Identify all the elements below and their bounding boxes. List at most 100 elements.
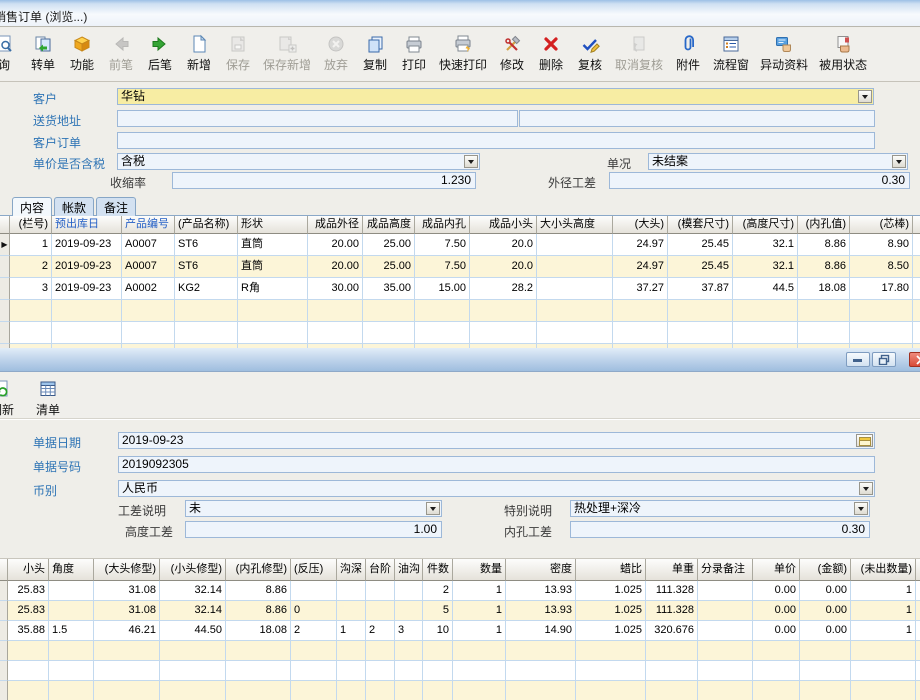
cell: [470, 300, 537, 322]
toolbar-button-list[interactable]: 清单: [33, 376, 63, 419]
toolbar-button-copy[interactable]: 复制: [358, 31, 392, 74]
row-selector: [0, 621, 8, 641]
column-header: (高度尺寸): [733, 216, 798, 234]
customer-combo[interactable]: 华钻: [117, 88, 874, 105]
cell: 2: [423, 581, 453, 601]
doc-date-field[interactable]: 2019-09-23: [118, 432, 875, 449]
row-selector: [0, 661, 8, 681]
toolbar-button-function[interactable]: 功能: [65, 31, 99, 74]
close-button[interactable]: [909, 352, 920, 367]
dropdown-arrow-icon[interactable]: [858, 90, 872, 103]
tolerance-desc-combo[interactable]: 未: [185, 500, 442, 517]
dropdown-arrow-icon[interactable]: [464, 155, 478, 168]
shrink-rate-field[interactable]: 1.230: [172, 172, 476, 189]
cell: [506, 661, 576, 681]
toolbar-button-next-record[interactable]: 后笔: [143, 31, 177, 74]
table-row[interactable]: 25.8331.0832.148.862113.931.025111.3280.…: [0, 581, 920, 601]
cell: [395, 641, 423, 661]
minimize-button[interactable]: [846, 352, 870, 367]
toolbar-button-quick-print[interactable]: 快速打印: [436, 31, 490, 74]
doc-date-value: 2019-09-23: [122, 433, 183, 447]
table-row-empty[interactable]: [0, 681, 920, 700]
table-row-empty[interactable]: [0, 300, 920, 322]
tax-included-combo[interactable]: 含税: [117, 153, 480, 170]
bore-tolerance-field[interactable]: 0.30: [570, 521, 870, 538]
table-row[interactable]: 35.881.546.2144.5018.08212310114.901.025…: [0, 621, 920, 641]
tab-content[interactable]: 内容: [12, 197, 52, 216]
table-row-empty[interactable]: [0, 322, 920, 344]
restore-button[interactable]: [872, 352, 896, 367]
table-row-empty[interactable]: [0, 641, 920, 661]
special-desc-combo[interactable]: 热处理+深冷: [570, 500, 870, 517]
column-header: (模套尺寸): [668, 216, 733, 234]
toolbar-button-label: 复核: [578, 56, 602, 73]
cell: 1.025: [576, 621, 646, 641]
cell: [613, 322, 668, 344]
cell: 10: [423, 621, 453, 641]
height-tolerance-field[interactable]: 1.00: [185, 521, 442, 538]
cell: [52, 300, 122, 322]
cell: [453, 681, 506, 700]
cell: [576, 681, 646, 700]
tab-notes[interactable]: 备注: [96, 197, 136, 216]
toolbar-button-transfer[interactable]: 转单: [26, 31, 60, 74]
date-picker-button[interactable]: [856, 434, 873, 447]
customer-order-field[interactable]: [117, 132, 875, 149]
toolbar-button-flow-window[interactable]: 流程窗: [710, 31, 752, 74]
order-status-combo[interactable]: 未结案: [648, 153, 908, 170]
dropdown-arrow-icon[interactable]: [426, 502, 440, 515]
od-tolerance-field[interactable]: 0.30: [609, 172, 910, 189]
toolbar-button-label: 快速打印: [439, 56, 487, 73]
flow-list-icon: [719, 32, 743, 55]
toolbar-button-attachment[interactable]: 附件: [671, 31, 705, 74]
table-row-empty[interactable]: [0, 661, 920, 681]
dropdown-arrow-icon[interactable]: [892, 155, 906, 168]
cell: [363, 322, 415, 344]
cell: [366, 641, 395, 661]
table-row[interactable]: 32019-09-23A0002KG2R角30.0035.0015.0028.2…: [0, 278, 920, 300]
table-row[interactable]: 22019-09-23A0007ST6直筒20.0025.007.5020.02…: [0, 256, 920, 278]
column-header: 产品编号: [122, 216, 175, 234]
toolbar-button-refresh[interactable]: 刷新: [0, 376, 17, 419]
cell: [291, 681, 337, 700]
column-header: 蜡比: [576, 559, 646, 581]
cell: [308, 300, 363, 322]
cell: [851, 661, 916, 681]
cell: [576, 641, 646, 661]
toolbar-button-new[interactable]: 新增: [182, 31, 216, 74]
toolbar-button-review[interactable]: 复核: [573, 31, 607, 74]
cell: 24.97: [613, 256, 668, 278]
toolbar-button-delete[interactable]: 删除: [534, 31, 568, 74]
dropdown-arrow-icon[interactable]: [859, 482, 873, 495]
bore-tolerance-label: 内孔工差: [504, 523, 552, 540]
dropdown-arrow-icon[interactable]: [854, 502, 868, 515]
ship-address-field-2[interactable]: [519, 110, 875, 127]
cell: 8.86: [226, 601, 291, 621]
currency-combo[interactable]: 人民币: [118, 480, 875, 497]
column-header: (未出数量): [851, 559, 916, 581]
toolbar-button-modify[interactable]: 修改: [495, 31, 529, 74]
table-row[interactable]: 25.8331.0832.148.8605113.931.025111.3280…: [0, 601, 920, 621]
cell: 20.00: [308, 234, 363, 256]
cell: [363, 300, 415, 322]
column-header: 油沟: [395, 559, 423, 581]
toolbar-button-label: 取消复核: [615, 56, 663, 73]
toolbar-button-query[interactable]: 询: [0, 31, 21, 74]
tab-accounts[interactable]: 帐款: [54, 197, 94, 216]
column-header: 大小头高度: [537, 216, 613, 234]
cell: 2: [10, 256, 52, 278]
cell: 1: [851, 581, 916, 601]
cell: [913, 256, 920, 278]
toolbar-button-used-status[interactable]: 被用状态: [816, 31, 870, 74]
toolbar-button-label: 功能: [70, 56, 94, 73]
toolbar-button-print[interactable]: 打印: [397, 31, 431, 74]
save-new-icon: [275, 32, 299, 55]
od-tolerance-label: 外径工差: [548, 174, 596, 191]
cell: 37.27: [613, 278, 668, 300]
table-row[interactable]: ▶12019-09-23A0007ST6直筒20.0025.007.5020.0…: [0, 234, 920, 256]
toolbar-button-change-data[interactable]: 异动资料: [757, 31, 811, 74]
doc-number-field[interactable]: 2019092305: [118, 456, 875, 473]
cell: 32.14: [160, 581, 226, 601]
toolbar-button-edge-partial[interactable]: 周: [912, 31, 920, 74]
ship-address-field-1[interactable]: [117, 110, 518, 127]
